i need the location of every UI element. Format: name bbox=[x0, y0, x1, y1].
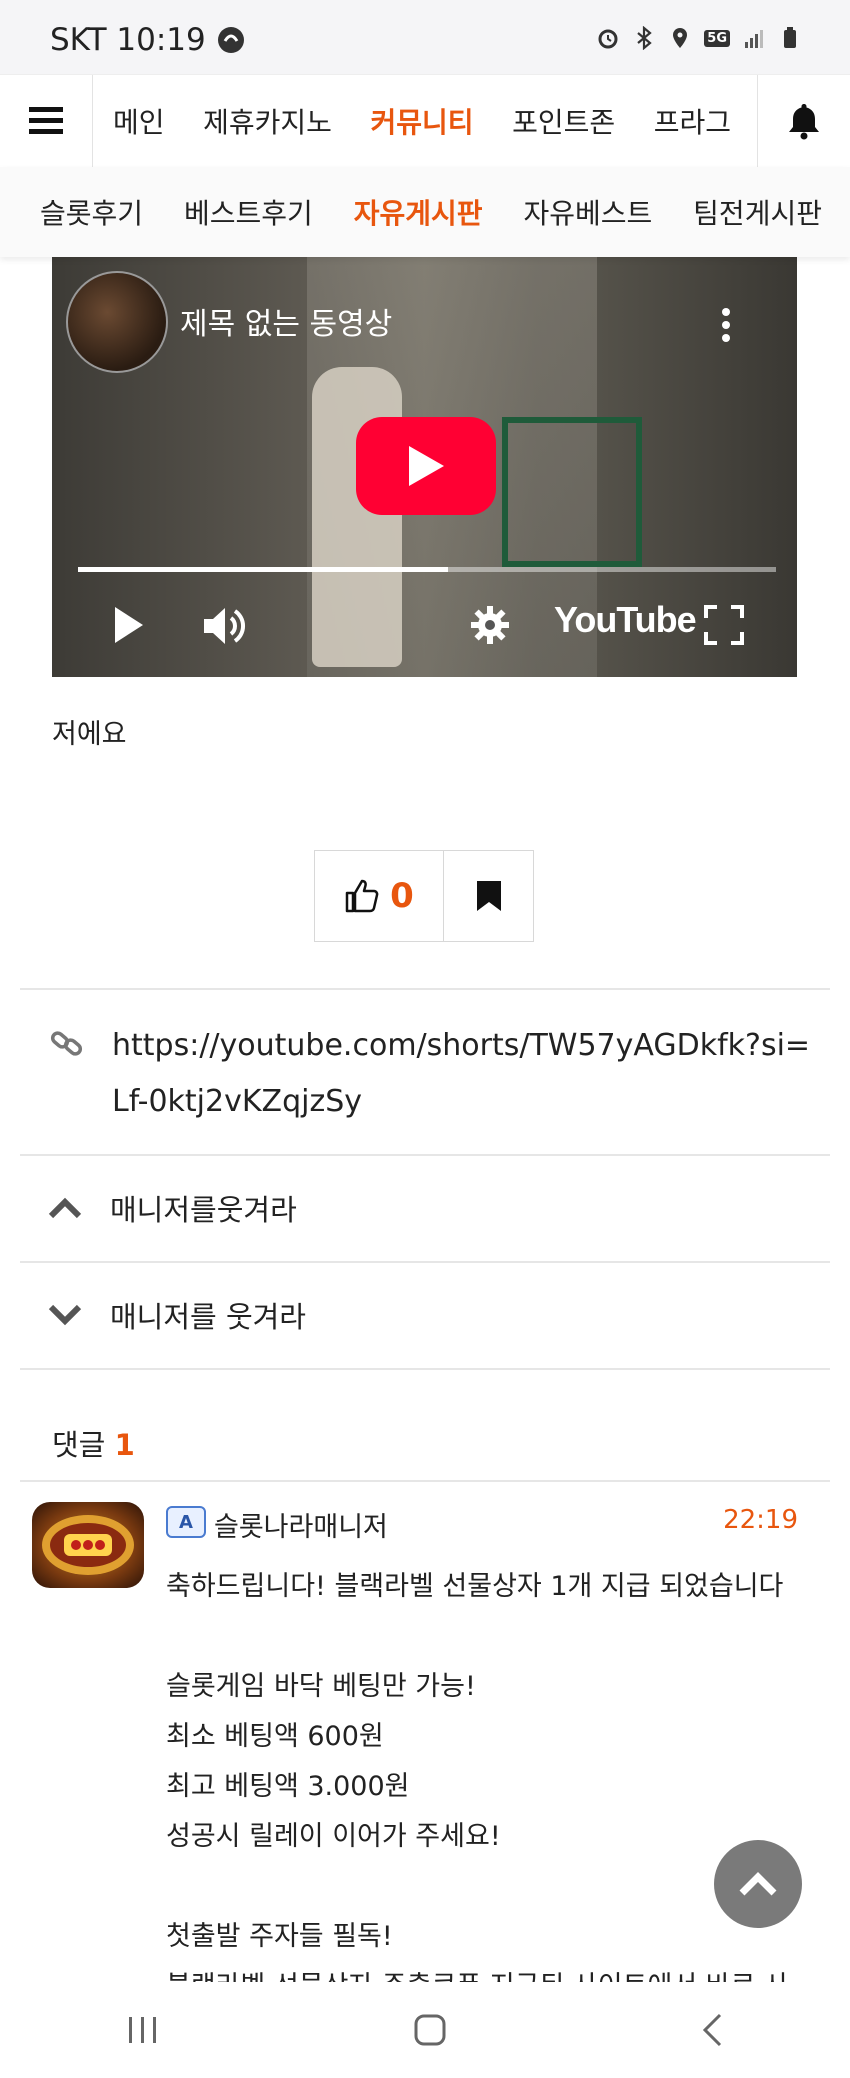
post-body-text: 저에요 bbox=[52, 719, 127, 750]
status-left: SKT 10:19 bbox=[50, 22, 246, 58]
comment-time: 22:19 bbox=[723, 1505, 798, 1535]
chevron-up-icon bbox=[739, 1872, 777, 1896]
divider bbox=[20, 1480, 830, 1482]
bell-icon bbox=[789, 104, 819, 140]
post-actions: 0 bbox=[314, 850, 534, 942]
comment-line: 첫출발 주자들 필독! bbox=[166, 1921, 393, 1952]
system-navigation-bar bbox=[0, 1982, 850, 2078]
nav-item-main[interactable]: 메인 bbox=[113, 101, 165, 141]
video-title[interactable]: 제목 없는 동영상 bbox=[180, 299, 392, 343]
network-type-icon: 5G bbox=[704, 29, 730, 47]
sub-nav-team-board[interactable]: 팀전게시판 bbox=[693, 192, 822, 232]
status-icons: 5G bbox=[596, 26, 802, 50]
comment-line: 축하드립니다! 블랙라벨 선물상자 1개 지급 되었습니다 bbox=[166, 1571, 784, 1602]
back-icon[interactable] bbox=[700, 2012, 724, 2048]
comment-line: 슬롯게임 바닥 베팅만 가능! bbox=[166, 1671, 476, 1702]
comment-body: 축하드립니다! 블랙라벨 선물상자 1개 지급 되었습니다 슬롯게임 바닥 베팅… bbox=[166, 1562, 806, 2012]
link-url[interactable]: https://youtube.com/shorts/TW57yAGDkfk?s… bbox=[112, 1018, 822, 1130]
notifications-button[interactable] bbox=[757, 75, 850, 167]
video-progress-fill bbox=[78, 567, 448, 572]
video-progress-bar[interactable] bbox=[78, 567, 776, 572]
settings-gear-icon[interactable] bbox=[470, 605, 510, 645]
next-post-title: 매니저를 웃겨라 bbox=[110, 1300, 306, 1334]
comment-line bbox=[166, 1612, 806, 1662]
video-frame-figure bbox=[312, 367, 402, 667]
menu-button[interactable] bbox=[0, 75, 93, 167]
divider bbox=[20, 1368, 830, 1370]
battery-icon bbox=[784, 27, 796, 48]
bookmark-icon bbox=[476, 881, 501, 911]
recent-apps-icon[interactable] bbox=[126, 2015, 160, 2045]
next-post-link[interactable]: 매니저를 웃겨라 bbox=[20, 1263, 830, 1367]
notification-icon bbox=[217, 27, 244, 53]
channel-avatar[interactable] bbox=[66, 271, 168, 373]
thumbs-up-icon bbox=[345, 879, 379, 913]
video-player[interactable]: 제목 없는 동영상 YouTube bbox=[52, 257, 797, 677]
attached-link[interactable]: https://youtube.com/shorts/TW57yAGDkfk?s… bbox=[20, 990, 830, 1154]
link-icon bbox=[50, 1031, 83, 1056]
hamburger-icon bbox=[29, 107, 63, 134]
scroll-to-top-button[interactable] bbox=[714, 1840, 802, 1928]
fullscreen-icon[interactable] bbox=[704, 605, 744, 645]
prev-post-link[interactable]: 매니저를웃겨라 bbox=[20, 1156, 830, 1260]
main-nav-items: 메인 제휴카지노 커뮤니티 포인트존 프라그 bbox=[93, 101, 757, 141]
nav-item-pragmatic[interactable]: 프라그 bbox=[654, 101, 731, 141]
comment-author-avatar[interactable] bbox=[32, 1502, 144, 1588]
home-icon[interactable] bbox=[413, 2013, 447, 2047]
play-icon bbox=[409, 446, 444, 486]
comment-line bbox=[166, 1862, 806, 1912]
slot-logo-icon bbox=[42, 1515, 134, 1575]
chevron-container bbox=[20, 1304, 110, 1326]
sub-nav-slot-review[interactable]: 슬롯후기 bbox=[40, 192, 143, 232]
youtube-logo[interactable]: YouTube bbox=[554, 599, 697, 641]
comment-author-name[interactable]: 슬롯나라매니저 bbox=[214, 1505, 388, 1544]
like-button[interactable]: 0 bbox=[315, 851, 444, 941]
comments-header: 댓글 1 bbox=[52, 1422, 135, 1464]
comment-line: 최소 베팅액 600원 bbox=[166, 1721, 384, 1752]
more-options-icon[interactable] bbox=[721, 307, 731, 343]
chevron-down-icon bbox=[48, 1304, 82, 1326]
nav-item-point-zone[interactable]: 포인트존 bbox=[512, 101, 615, 141]
bookmark-button[interactable] bbox=[444, 851, 533, 941]
carrier-time: SKT 10:19 bbox=[50, 22, 206, 58]
chevron-up-icon bbox=[48, 1197, 82, 1219]
comments-count: 1 bbox=[114, 1428, 135, 1462]
sub-nav-free-board[interactable]: 자유게시판 bbox=[354, 192, 483, 232]
play-button-large[interactable] bbox=[356, 417, 496, 515]
bluetooth-icon bbox=[637, 26, 652, 50]
status-bar: SKT 10:19 5G bbox=[0, 0, 850, 74]
prev-post-title: 매니저를웃겨라 bbox=[110, 1193, 297, 1227]
volume-icon[interactable] bbox=[202, 605, 248, 647]
play-control-icon[interactable] bbox=[112, 605, 146, 645]
like-count: 0 bbox=[390, 876, 414, 916]
location-icon bbox=[673, 28, 688, 48]
sub-nav-best-review[interactable]: 베스트후기 bbox=[184, 192, 313, 232]
alarm-icon bbox=[598, 29, 618, 49]
signal-icon bbox=[745, 30, 763, 48]
video-frame-window bbox=[502, 417, 642, 567]
comments-label: 댓글 bbox=[52, 1428, 106, 1462]
author-level-badge: A bbox=[166, 1506, 206, 1538]
sub-nav: 슬롯후기 베스트후기 자유게시판 자유베스트 팀전게시판 bbox=[0, 167, 850, 257]
chevron-container bbox=[20, 1197, 110, 1219]
comment-line: 최고 베팅액 3.000원 bbox=[166, 1771, 410, 1802]
nav-item-community[interactable]: 커뮤니티 bbox=[370, 101, 473, 141]
main-nav: 메인 제휴카지노 커뮤니티 포인트존 프라그 bbox=[0, 74, 850, 168]
nav-item-partner-casino[interactable]: 제휴카지노 bbox=[203, 101, 332, 141]
sub-nav-free-best[interactable]: 자유베스트 bbox=[523, 192, 652, 232]
comment-line: 성공시 릴레이 이어가 주세요! bbox=[166, 1821, 501, 1852]
